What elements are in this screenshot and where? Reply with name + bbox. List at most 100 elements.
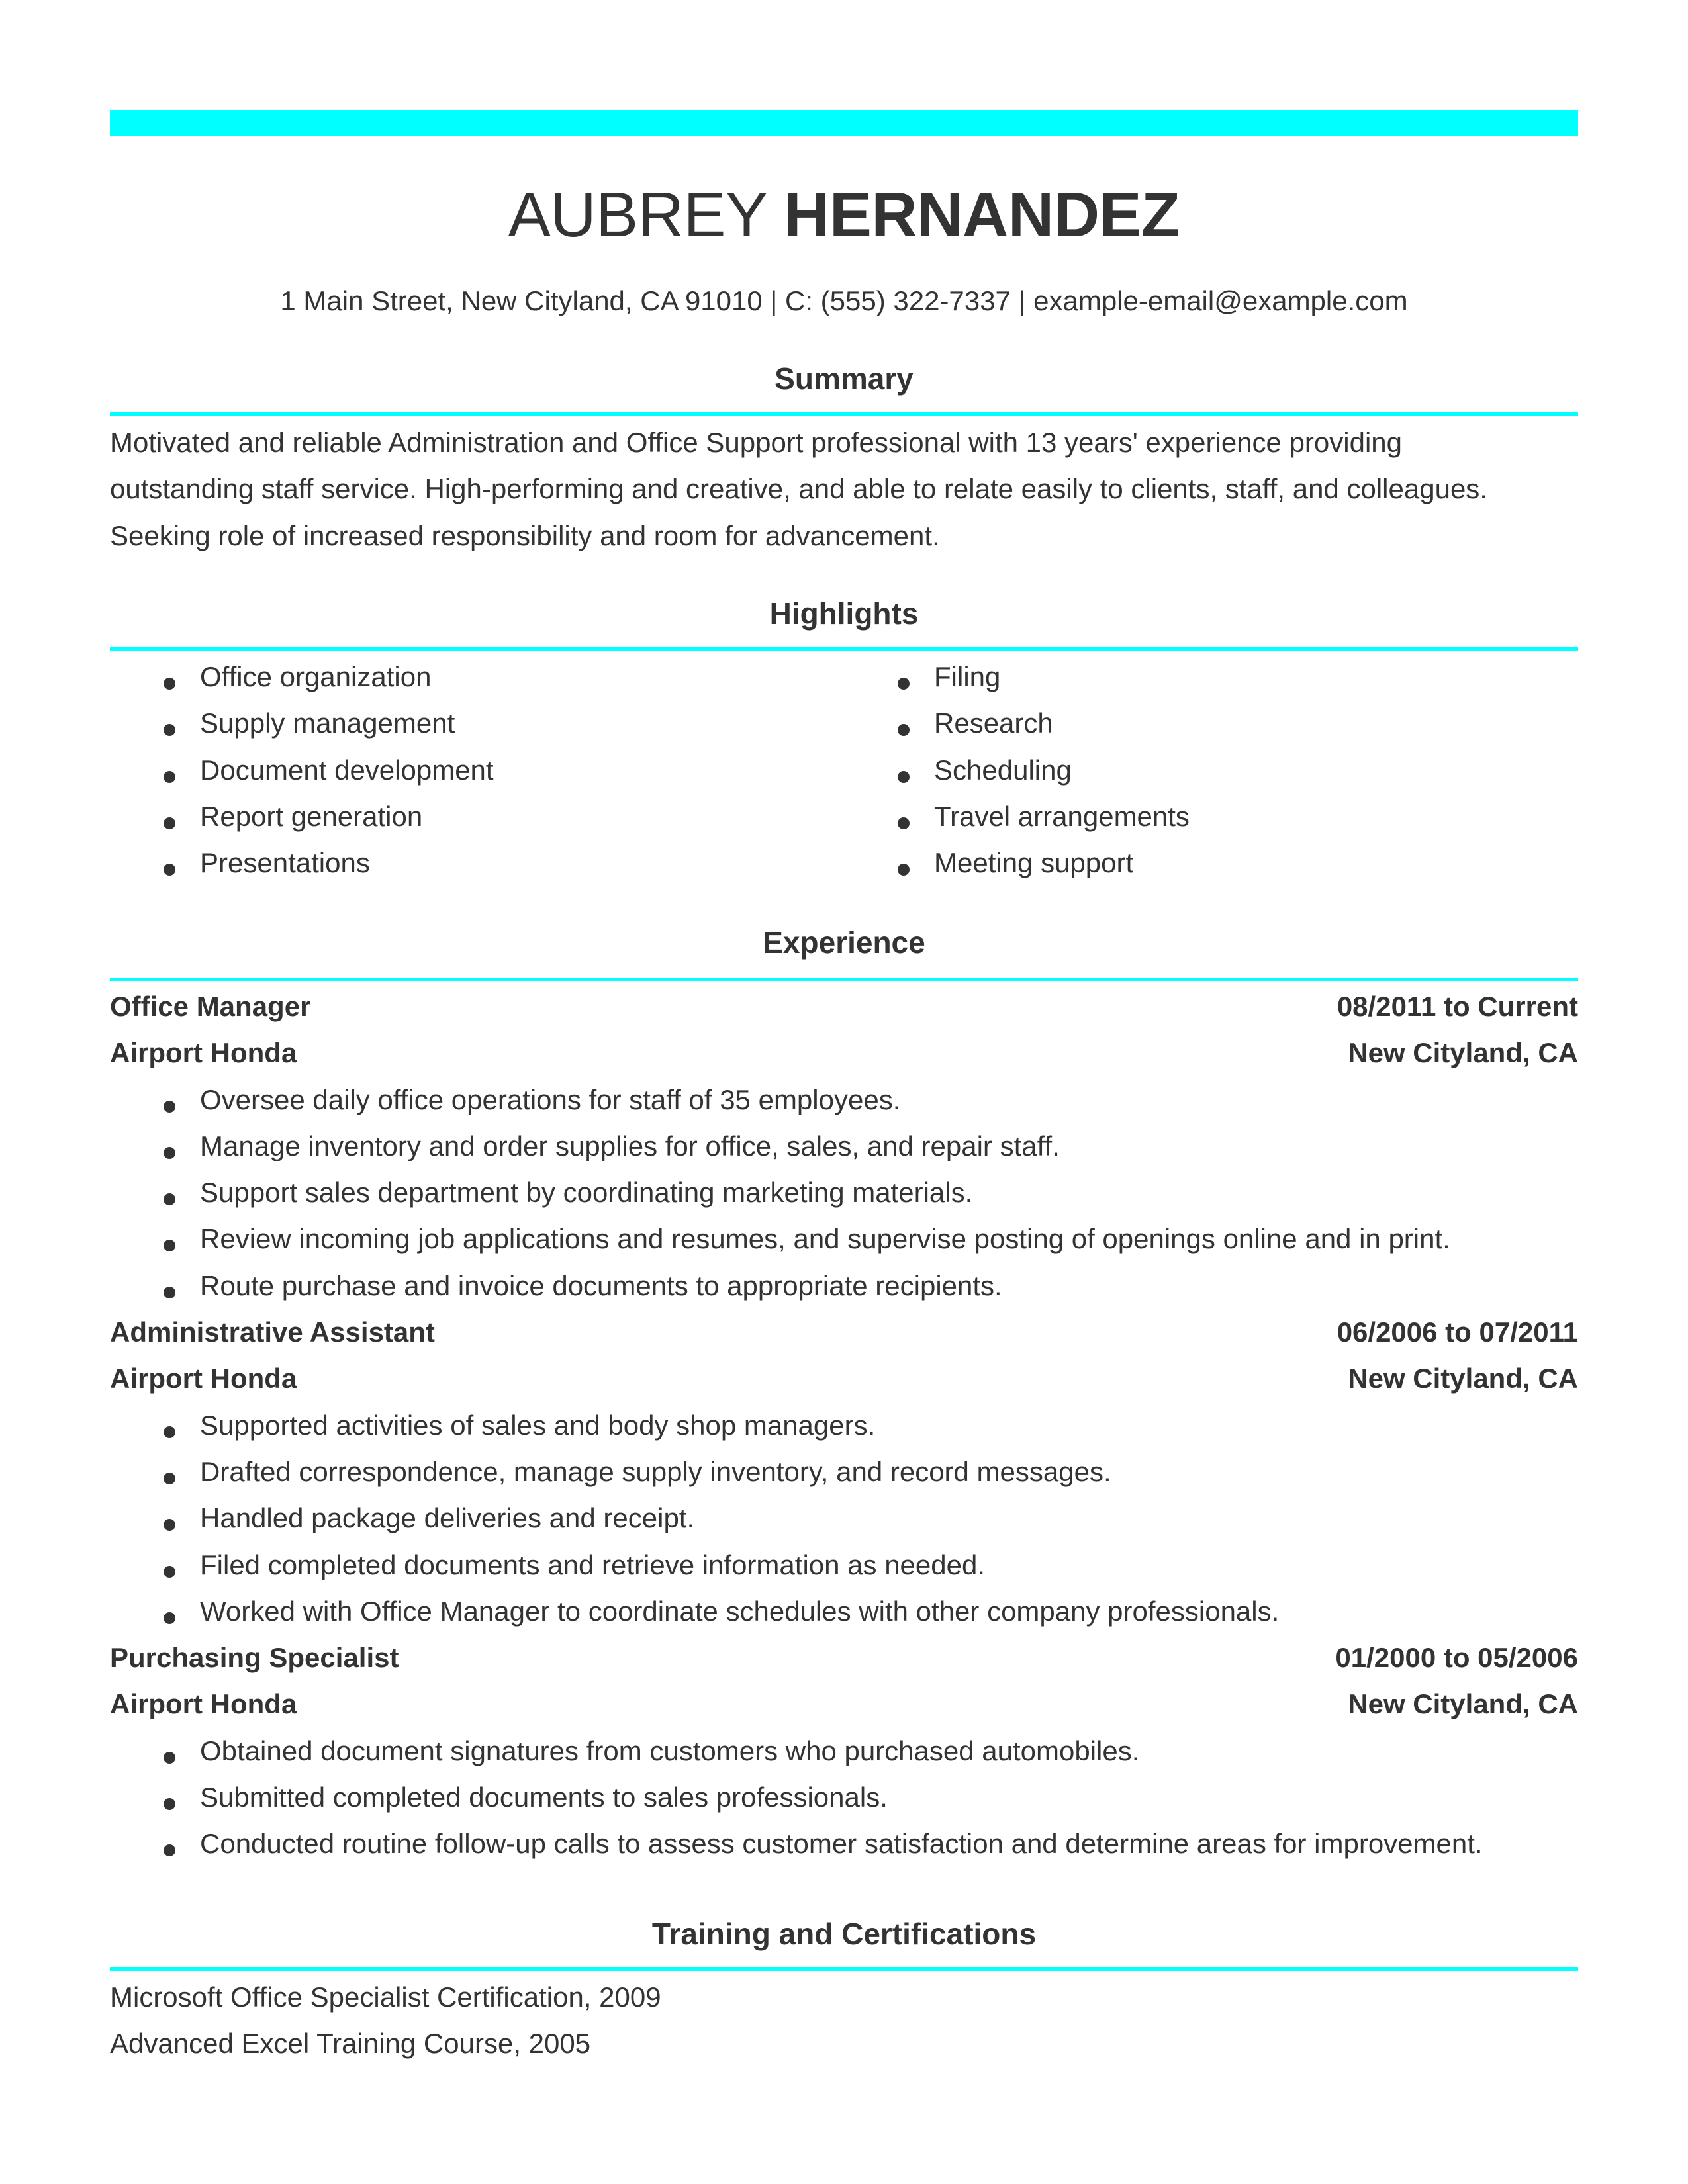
job-company-row: Airport Honda New Cityland, CA (110, 1355, 1578, 1402)
bullet-icon (164, 864, 175, 876)
job-bullet-text: Review incoming job applications and res… (200, 1223, 1450, 1255)
highlights-column-right: Filing Research Scheduling Travel arrang… (844, 654, 1578, 886)
bullet-icon (164, 724, 175, 737)
highlight-label: Report generation (200, 800, 423, 832)
highlight-item: Scheduling (844, 747, 1578, 794)
job-bullet-text: Conducted routine follow-up calls to ass… (200, 1828, 1483, 1860)
summary-divider (110, 412, 1578, 416)
job-bullet-text: Filed completed documents and retrieve i… (200, 1549, 986, 1580)
job-bullet: Drafted correspondence, manage supply in… (110, 1449, 1578, 1495)
highlight-label: Research (934, 707, 1053, 739)
job-bullets: Oversee daily office operations for staf… (110, 1077, 1578, 1309)
job-title-row: Office Manager 08/2011 to Current (110, 983, 1578, 1030)
job-title-row: Purchasing Specialist 01/2000 to 05/2006 (110, 1635, 1578, 1681)
highlight-label: Presentations (200, 847, 370, 879)
summary-line: Motivated and reliable Administration an… (110, 427, 1403, 458)
job-title-row: Administrative Assistant 06/2006 to 07/2… (110, 1309, 1578, 1355)
bullet-icon (164, 1100, 175, 1113)
job-bullet: Conducted routine follow-up calls to ass… (110, 1821, 1578, 1867)
job-bullet: Review incoming job applications and res… (110, 1216, 1578, 1262)
highlight-item: Report generation (110, 794, 844, 840)
bullet-icon (898, 817, 910, 829)
job-company-row: Airport Honda New Cityland, CA (110, 1681, 1578, 1727)
job-bullet: Oversee daily office operations for staf… (110, 1077, 1578, 1123)
highlight-item: Presentations (110, 840, 844, 886)
job-bullets: Supported activities of sales and body s… (110, 1402, 1578, 1635)
contact-info: 1 Main Street, New Cityland, CA 91010 | … (280, 285, 1408, 316)
job-bullet-text: Supported activities of sales and body s… (200, 1409, 876, 1441)
highlight-item: Research (844, 700, 1578, 747)
highlight-item: Supply management (110, 700, 844, 747)
bullet-icon (164, 1193, 175, 1206)
highlight-label: Office organization (200, 661, 432, 692)
job-bullet: Filed completed documents and retrieve i… (110, 1542, 1578, 1588)
bullet-icon (898, 864, 910, 876)
job-bullets: Obtained document signatures from custom… (110, 1728, 1578, 1868)
job-bullet-text: Route purchase and invoice documents to … (200, 1269, 1002, 1301)
job-bullet: Obtained document signatures from custom… (110, 1728, 1578, 1774)
bullet-icon (164, 770, 175, 783)
job-bullet: Submitted completed documents to sales p… (110, 1774, 1578, 1821)
experience-list: Office Manager 08/2011 to Current Airpor… (110, 983, 1578, 1868)
bullet-icon (164, 1472, 175, 1484)
first-name: AUBREY (508, 179, 767, 250)
job-entry: Purchasing Specialist 01/2000 to 05/2006… (110, 1635, 1578, 1867)
candidate-name: AUBREY HERNANDEZ (110, 179, 1578, 251)
bullet-icon (898, 678, 910, 690)
highlights-list: Office organization Supply management Do… (110, 654, 1578, 886)
job-title: Office Manager (110, 991, 311, 1022)
job-bullet: Handled package deliveries and receipt. (110, 1495, 1578, 1541)
bullet-icon (898, 724, 910, 737)
experience-heading: Experience (763, 925, 925, 960)
job-company: Airport Honda (110, 1688, 297, 1720)
highlights-column-left: Office organization Supply management Do… (110, 654, 844, 886)
highlights-heading: Highlights (769, 596, 919, 631)
highlight-item: Travel arrangements (844, 794, 1578, 840)
header-accent-bar (110, 110, 1578, 136)
bullet-icon (164, 1612, 175, 1624)
job-location: New Cityland, CA (1348, 1037, 1578, 1069)
highlight-item: Document development (110, 747, 844, 794)
job-bullet-text: Obtained document signatures from custom… (200, 1735, 1140, 1766)
highlight-label: Travel arrangements (934, 800, 1190, 832)
job-dates: 08/2011 to Current (1336, 991, 1578, 1022)
highlight-label: Document development (200, 754, 494, 786)
highlight-label: Filing (934, 661, 1001, 692)
job-location: New Cityland, CA (1348, 1363, 1578, 1394)
bullet-icon (164, 1565, 175, 1578)
summary-text: Motivated and reliable Administration an… (110, 420, 1578, 559)
bullet-icon (164, 1286, 175, 1298)
job-bullet-text: Support sales department by coordinating… (200, 1177, 973, 1208)
highlight-item: Filing (844, 654, 1578, 700)
highlight-label: Scheduling (934, 754, 1072, 786)
highlight-item: Office organization (110, 654, 844, 700)
certification-item: Advanced Excel Training Course, 2005 (110, 2028, 591, 2060)
summary-line: Seeking role of increased responsibility… (110, 520, 940, 551)
certification-item: Microsoft Office Specialist Certificatio… (110, 1981, 661, 2013)
experience-divider (110, 978, 1578, 981)
job-bullet: Supported activities of sales and body s… (110, 1402, 1578, 1449)
job-company: Airport Honda (110, 1037, 297, 1069)
highlight-label: Meeting support (934, 847, 1134, 879)
bullet-icon (164, 1426, 175, 1438)
bullet-icon (164, 1844, 175, 1857)
job-company: Airport Honda (110, 1363, 297, 1394)
summary-heading: Summary (774, 361, 914, 396)
job-bullet-text: Oversee daily office operations for staf… (200, 1083, 901, 1115)
job-title: Administrative Assistant (110, 1316, 435, 1348)
job-entry: Office Manager 08/2011 to Current Airpor… (110, 983, 1578, 1309)
highlight-label: Supply management (200, 707, 455, 739)
job-title: Purchasing Specialist (110, 1642, 399, 1674)
job-bullet: Worked with Office Manager to coordinate… (110, 1588, 1578, 1635)
bullet-icon (164, 1146, 175, 1159)
training-divider (110, 1967, 1578, 1971)
bullet-icon (164, 1798, 175, 1811)
job-dates: 06/2006 to 07/2011 (1336, 1316, 1578, 1348)
job-dates: 01/2000 to 05/2006 (1335, 1642, 1578, 1674)
training-heading: Training and Certifications (651, 1917, 1037, 1951)
job-bullet-text: Drafted correspondence, manage supply in… (200, 1455, 1111, 1487)
bullet-icon (164, 678, 175, 690)
bullet-icon (898, 770, 910, 783)
bullet-icon (164, 1751, 175, 1764)
highlight-item: Meeting support (844, 840, 1578, 886)
